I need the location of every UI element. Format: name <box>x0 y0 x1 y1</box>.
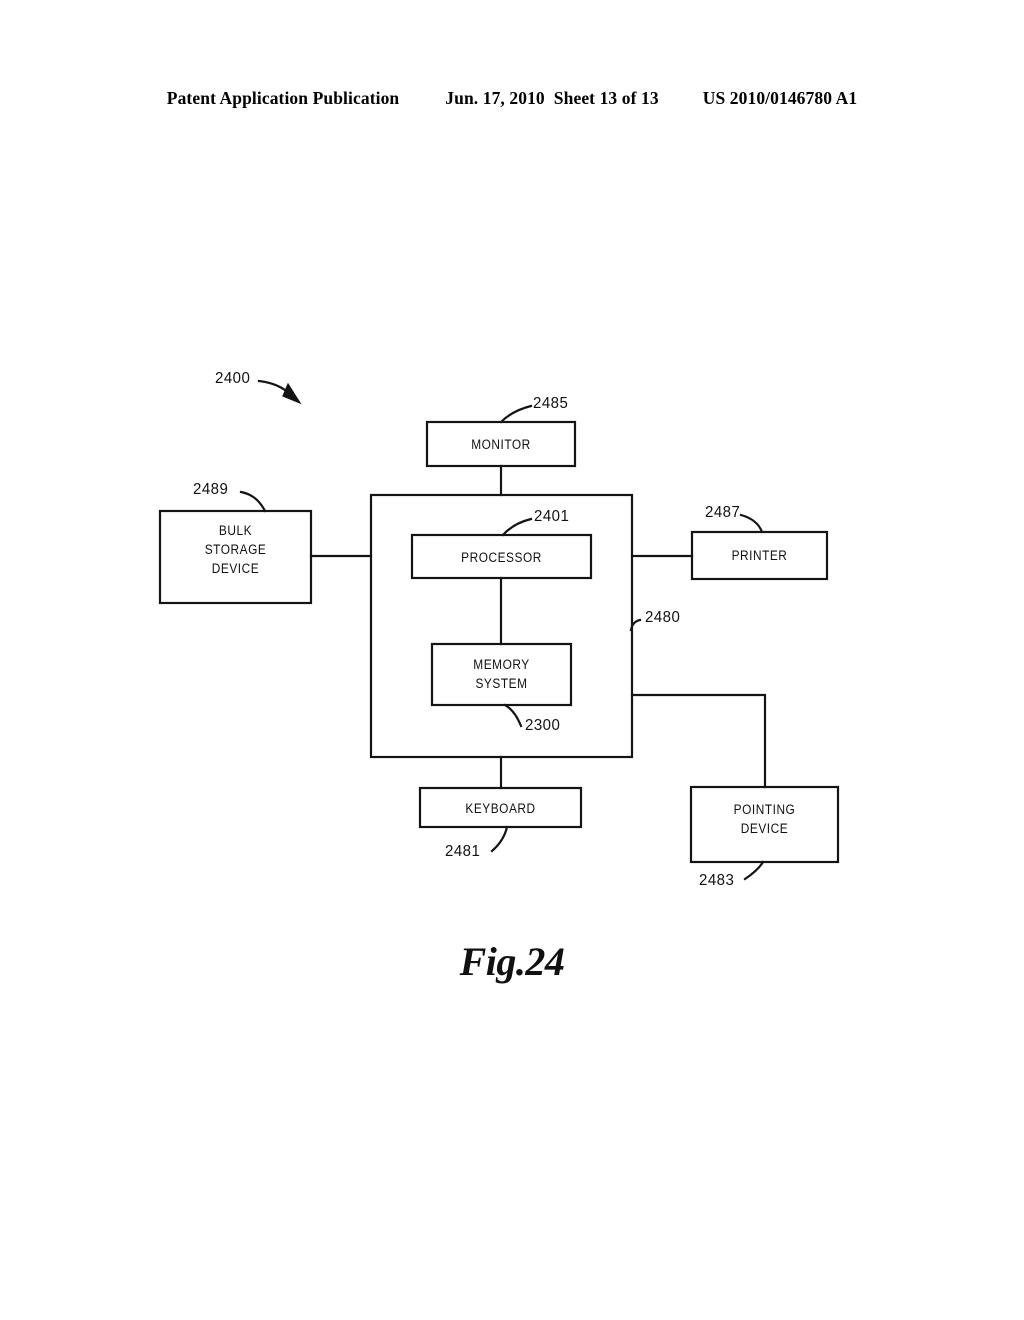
bulk-storage-box-outline <box>158 509 313 605</box>
pointing-device-box-outline <box>689 785 840 864</box>
lead-line-bulk-storage-ref <box>239 490 267 513</box>
lead-line-monitor-ref <box>499 404 533 424</box>
lead-line-printer-ref <box>739 513 764 534</box>
figure-24-drawing: MONITOR BULK STORAGE DEVICE PROCESSOR ME… <box>0 0 1024 1320</box>
processor-box-outline <box>410 533 593 580</box>
monitor-box-outline <box>425 420 577 468</box>
keyboard-box-outline <box>418 786 583 829</box>
figure-caption: Fig.24 <box>459 939 565 984</box>
lead-line-processor-ref <box>501 517 533 537</box>
figure-vector-layer <box>158 379 840 881</box>
lead-line-keyboard-ref <box>490 825 509 853</box>
printer-box-outline <box>690 530 829 581</box>
lead-line-pointing-device-ref <box>743 860 765 881</box>
lead-line-memory-system-ref <box>503 703 523 728</box>
arrowhead-system-reference <box>282 382 302 405</box>
memory-system-box-outline <box>430 642 573 707</box>
connector-system-to-pointing-device <box>630 693 767 789</box>
